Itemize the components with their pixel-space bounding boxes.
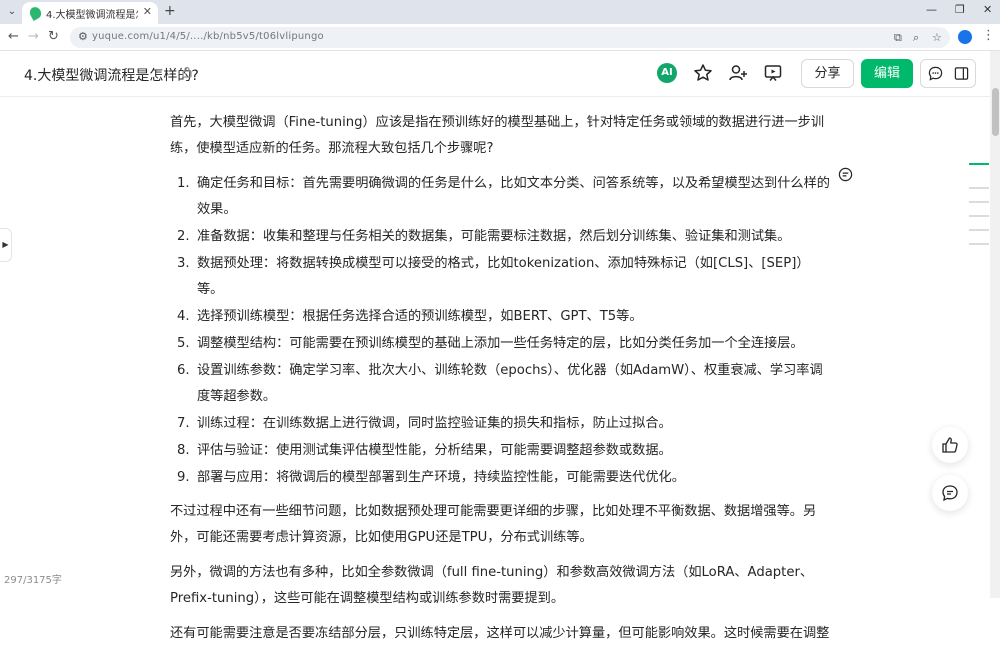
list-item: 5. 调整模型结构：可能需要在预训练模型的基础上添加一些任务特定的层，比如分类任务… [170,331,835,357]
list-number: 4. [177,309,190,324]
list-item-text: 准备数据：收集和整理与任务相关的数据集，可能需要标注数据，然后划分训练集、验证集… [197,229,791,244]
address-bar[interactable]: ⚙ yuque.com/u1/4/5/..../kb/nb5v5/t06lvli… [70,27,950,48]
site-info-icon[interactable]: ⚙ [78,30,88,43]
outline-marker[interactable] [969,187,989,189]
steps-list: 1. 确定任务和目标：首先需要明确微调的任务是什么，比如文本分类、问答系统等，以及… [170,171,835,491]
list-number: 9. [177,470,190,485]
list-item: 6. 设置训练参数：确定学习率、批次大小、训练轮数（epochs）、优化器（如Ad… [170,358,835,410]
tab-title: 4.大模型微调流程是怎样的? [46,10,138,21]
browser-tab-strip: ⌄ 4.大模型微调流程是怎样的? ✕ + — ❐ ✕ [0,0,1000,24]
tab-search-chevron-icon[interactable]: ⌄ [4,4,20,20]
scrollbar-thumb[interactable] [992,88,999,136]
list-item-text: 确定任务和目标：首先需要明确微调的任务是什么，比如文本分类、问答系统等，以及希望… [197,176,830,217]
list-item: 9. 部署与应用：将微调后的模型部署到生产环境，持续监控性能，可能需要迭代优化。 [170,465,835,491]
window-close-icon[interactable]: ✕ [983,3,992,16]
list-item-text: 数据预处理：将数据转换成模型可以接受的格式，比如tokenization、添加特… [197,256,810,297]
install-app-icon[interactable]: ⧉ [894,31,902,45]
expand-sidebar-toggle[interactable]: ▶ [0,228,12,262]
list-item: 2. 准备数据：收集和整理与任务相关的数据集，可能需要标注数据，然后划分训练集、验… [170,224,835,250]
comment-button[interactable] [932,475,968,511]
list-item-text: 部署与应用：将微调后的模型部署到生产环境，持续监控性能，可能需要迭代优化。 [197,470,685,485]
list-number: 1. [177,176,190,191]
list-item-text: 调整模型结构：可能需要在预训练模型的基础上添加一些任务特定的层，比如分类任务加一… [197,336,804,351]
outline-marker-active[interactable] [969,163,989,165]
zoom-icon[interactable]: ⌕ [913,31,919,45]
present-icon[interactable] [763,63,783,83]
document-header: 4.大模型微调流程是怎样的? AI 分享 编辑 [0,51,990,97]
word-count: 297/3175字 [4,575,62,586]
sidebar-panel-icon[interactable] [954,66,969,81]
list-item-text: 评估与验证：使用测试集评估模型性能，分析结果，可能需要调整超参数或数据。 [197,443,672,458]
list-item-text: 训练过程：在训练数据上进行微调，同时监控验证集的损失和指标，防止过拟合。 [197,416,672,431]
browser-toolbar: ← → ↻ ⚙ yuque.com/u1/4/5/..../kb/nb5v5/t… [0,24,1000,51]
header-tool-group [920,59,976,88]
list-item: 8. 评估与验证：使用测试集评估模型性能，分析结果，可能需要调整超参数或数据。 [170,438,835,464]
back-icon[interactable]: ← [8,29,19,44]
star-favorite-icon[interactable] [693,63,713,83]
document-title: 4.大模型微调流程是怎样的? [24,68,199,84]
share-button[interactable]: 分享 [801,59,854,88]
list-number: 7. [177,416,190,431]
browser-tab[interactable]: 4.大模型微调流程是怎样的? ✕ [22,2,158,24]
list-item: 7. 训练过程：在训练数据上进行微调，同时监控验证集的损失和指标，防止过拟合。 [170,411,835,437]
methods-paragraph: 另外，微调的方法也有多种，比如全参数微调（full fine-tuning）和参… [170,565,814,606]
yuque-favicon-icon [27,5,44,21]
profile-avatar-icon[interactable] [958,30,972,44]
list-item: 4. 选择预训练模型：根据任务选择合适的预训练模型，如BERT、GPT、T5等。 [170,304,835,330]
list-number: 2. [177,229,190,244]
outline-marker[interactable] [969,201,989,203]
list-number: 6. [177,363,190,378]
tab-close-icon[interactable]: ✕ [143,5,152,18]
lock-icon [182,66,192,78]
freeze-layers-paragraph: 还有可能需要注意是否要冻结部分层，只训练特定层，这样可以减少计算量，但可能影响效… [170,626,830,641]
reload-icon[interactable]: ↻ [48,29,59,44]
minimize-icon[interactable]: — [926,3,937,16]
new-tab-icon[interactable]: + [164,3,176,19]
add-collaborator-icon[interactable] [728,63,748,83]
edit-button[interactable]: 编辑 [861,59,913,88]
document-body: 首先，大模型微调（Fine-tuning）应该是指在预训练好的模型基础上，针对特… [170,110,835,656]
outline-marker[interactable] [969,229,989,231]
like-button[interactable] [932,427,968,463]
outline-marker[interactable] [969,215,989,217]
bookmark-star-icon[interactable]: ☆ [932,31,942,44]
intro-paragraph: 首先，大模型微调（Fine-tuning）应该是指在预训练好的模型基础上，针对特… [170,115,825,156]
url-text: yuque.com/u1/4/5/..../kb/nb5v5/t06lvlipu… [92,31,324,42]
list-number: 3. [177,256,190,271]
thumbs-up-icon [942,437,958,453]
list-item-text: 设置训练参数：确定学习率、批次大小、训练轮数（epochs）、优化器（如Adam… [197,363,823,404]
outline-marker[interactable] [969,243,989,245]
comments-icon[interactable] [928,66,943,81]
details-paragraph: 不过过程中还有一些细节问题，比如数据预处理可能需要更详细的步骤，比如处理不平衡数… [170,504,817,545]
comment-bubble-icon [942,485,958,502]
inline-comment-icon[interactable] [838,167,853,182]
forward-icon[interactable]: → [28,29,39,44]
list-number: 5. [177,336,190,351]
list-number: 8. [177,443,190,458]
restore-icon[interactable]: ❐ [955,3,965,16]
ai-assistant-icon[interactable]: AI [657,63,677,83]
list-item: 1. 确定任务和目标：首先需要明确微调的任务是什么，比如文本分类、问答系统等，以及… [170,171,835,223]
list-item: 3. 数据预处理：将数据转换成模型可以接受的格式，比如tokenization、添… [170,251,835,303]
list-item-text: 选择预训练模型：根据任务选择合适的预训练模型，如BERT、GPT、T5等。 [197,309,643,324]
browser-menu-icon[interactable]: ⋮ [982,28,995,43]
